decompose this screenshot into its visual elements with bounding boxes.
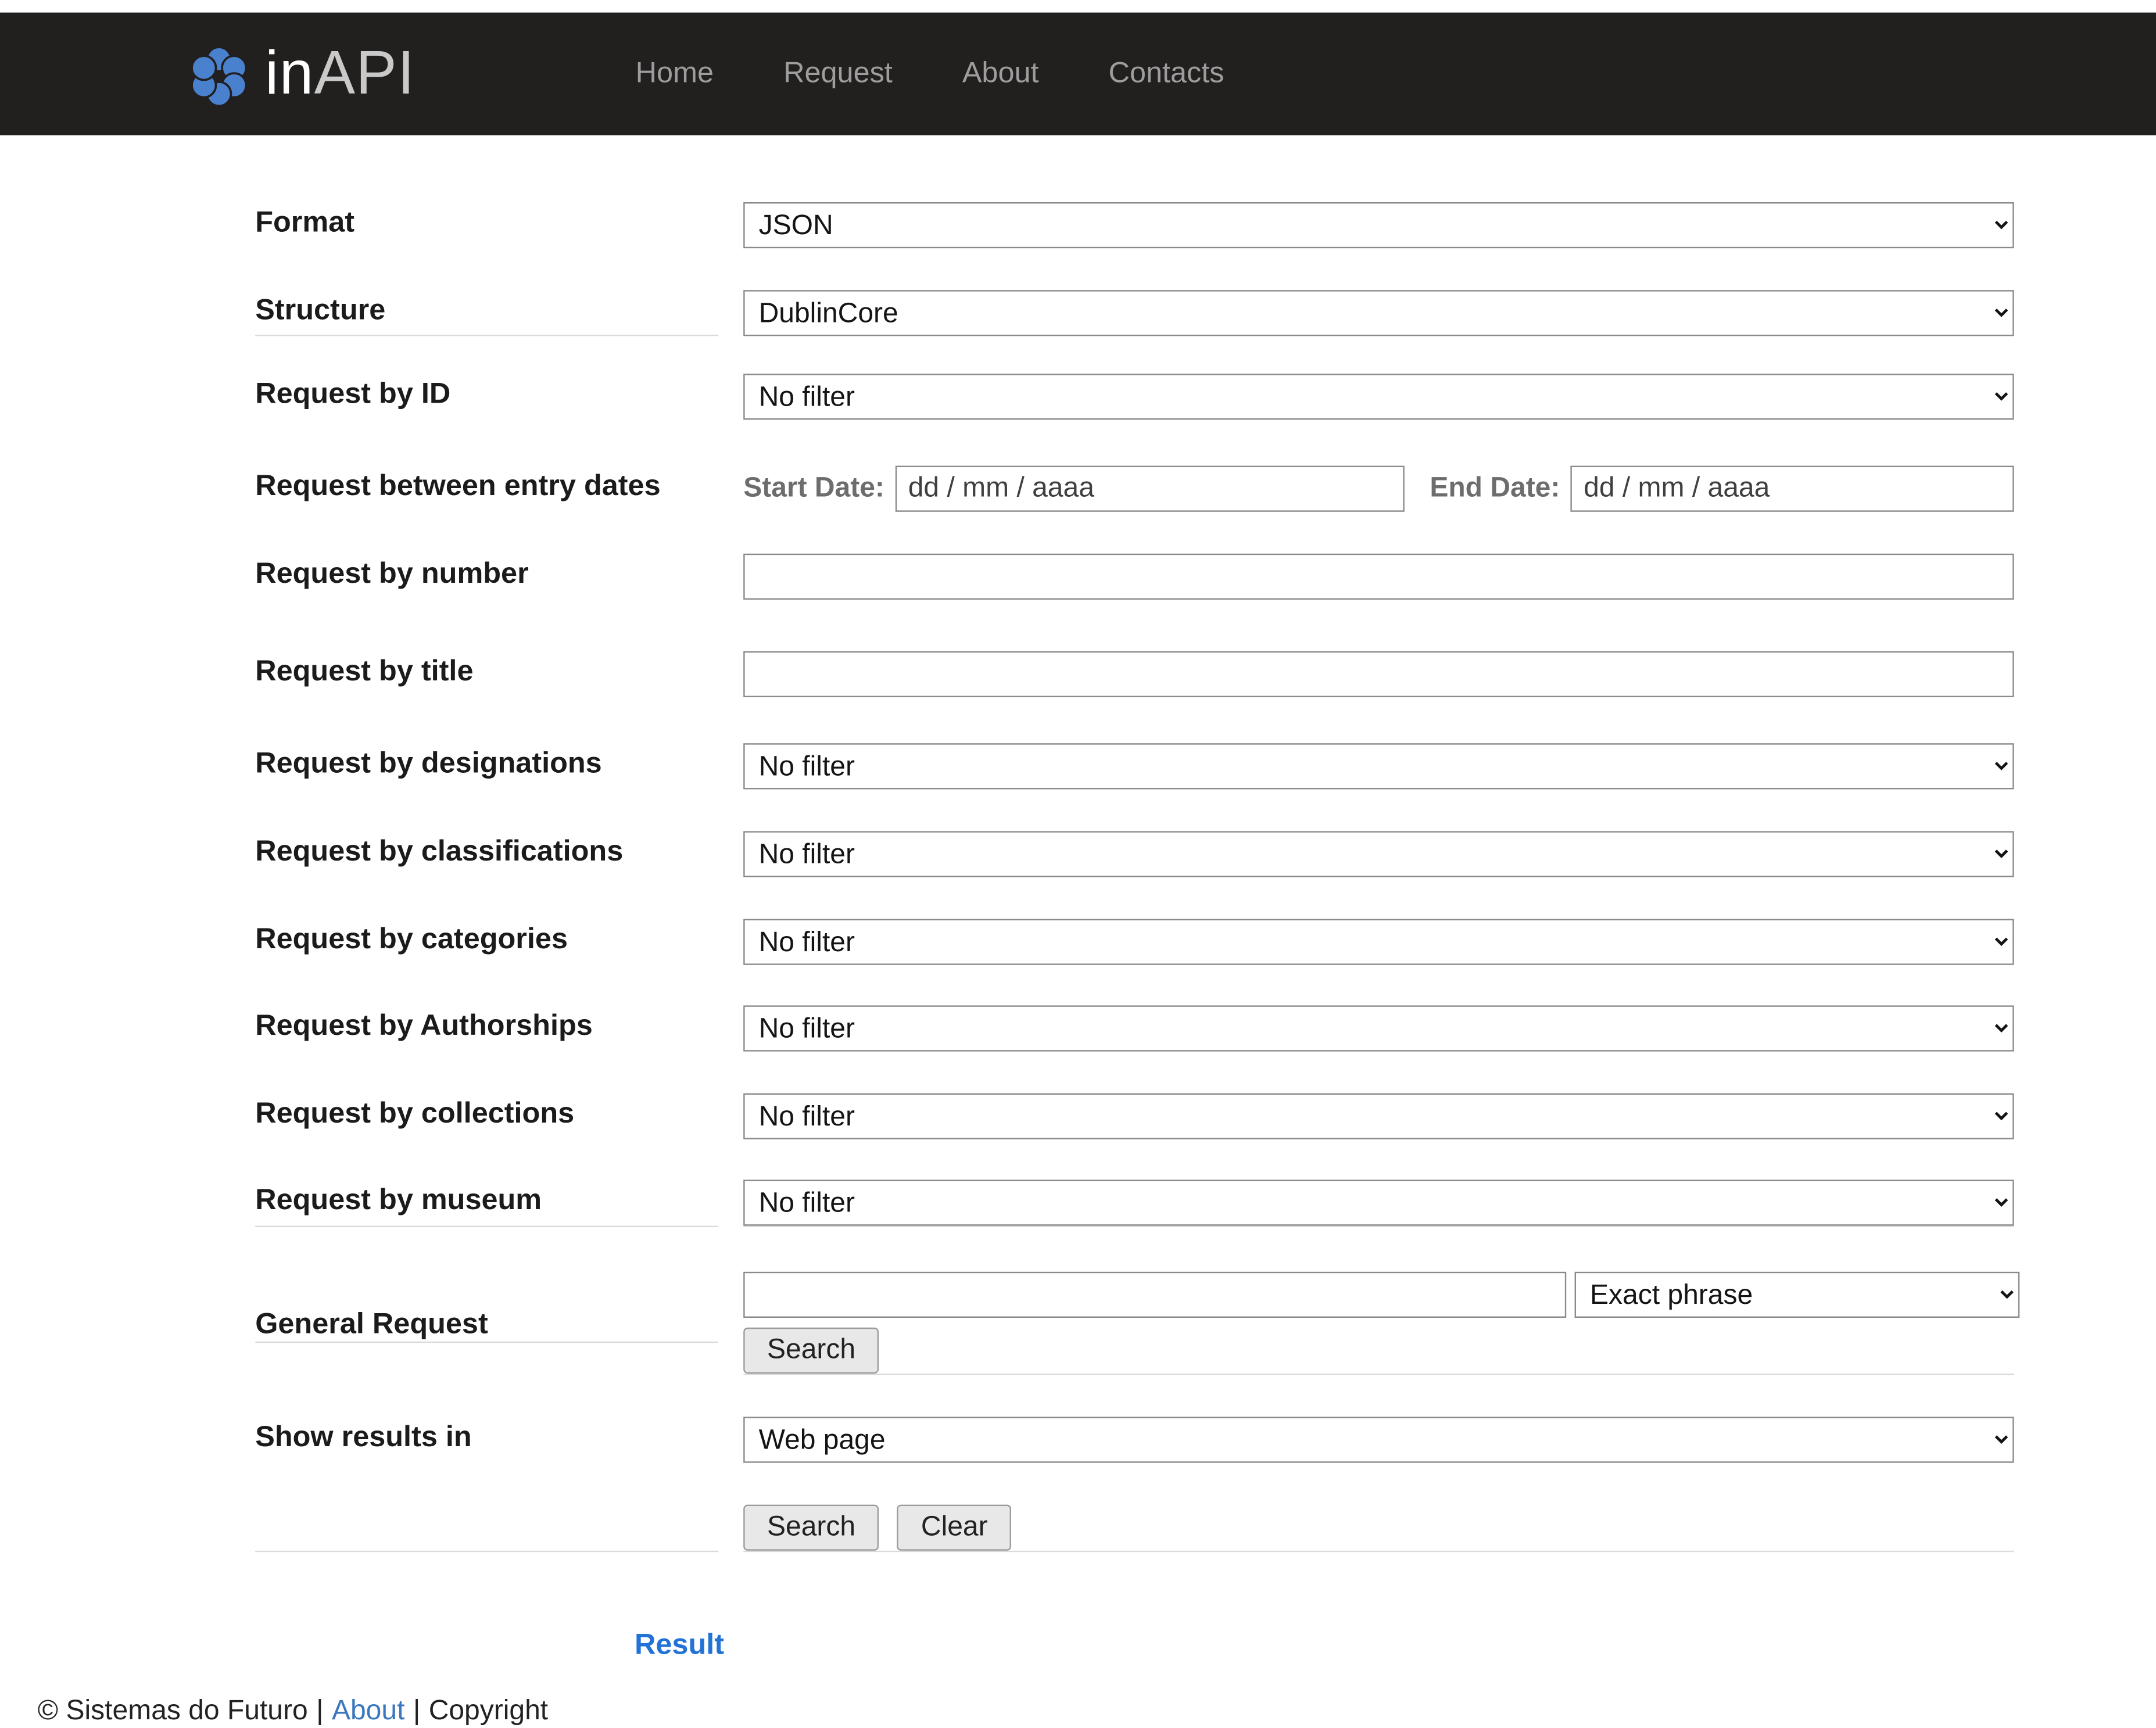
request-by-number-label: Request by number [255,554,529,591]
end-date-input[interactable] [1571,466,2014,512]
flower-icon [187,42,251,106]
request-by-designations-label: Request by designations [255,743,602,781]
logo[interactable]: inAPI [187,42,416,106]
search-button[interactable]: Search [743,1505,879,1551]
request-by-authorships-select[interactable]: No filter [743,1005,2014,1051]
request-by-classifications-select[interactable]: No filter [743,831,2014,877]
footer-copyright: © Sistemas do Futuro [38,1695,308,1726]
logo-text-api: API [314,39,416,107]
request-by-designations-select[interactable]: No filter [743,743,2014,789]
start-date-input[interactable] [896,466,1405,512]
footer: © Sistemas do Futuro|About|Copyright [0,1695,2156,1727]
nav-contacts[interactable]: Contacts [1109,57,1224,91]
request-by-categories-label: Request by categories [255,919,568,957]
nav-about[interactable]: About [962,57,1039,91]
request-by-categories-row: Request by categories No filter [255,919,2156,965]
match-mode-select[interactable]: Exact phrase [1575,1272,2020,1318]
footer-separator-2: | [404,1695,428,1726]
format-label: Format [255,202,354,240]
general-request-row: General Request Exact phrase Search [255,1272,2156,1390]
show-results-row: Show results in Web page Search Clear [255,1417,2156,1573]
main-nav: Home Request About Contacts [636,57,1224,91]
format-select[interactable]: JSON [743,202,2014,248]
request-by-id-select[interactable]: No filter [743,374,2014,420]
request-by-id-label: Request by ID [255,374,450,411]
general-request-label: General Request [255,1304,488,1342]
result-link[interactable]: Result [635,1629,724,1662]
entry-dates-row: Request between entry dates Start Date: … [255,466,2156,512]
structure-select[interactable]: DublinCore [743,290,2014,336]
general-search-button[interactable]: Search [743,1328,879,1374]
nav-request[interactable]: Request [783,57,893,91]
show-results-select[interactable]: Web page [743,1417,2014,1462]
footer-separator-1: | [308,1695,332,1726]
request-by-museum-select[interactable]: No filter [743,1180,2014,1225]
request-by-number-input[interactable] [743,554,2014,600]
request-by-classifications-label: Request by classifications [255,831,623,869]
request-by-title-input[interactable] [743,651,2014,697]
entry-dates-label: Request between entry dates [255,466,660,504]
start-date-label: Start Date: [743,473,884,505]
request-by-classifications-row: Request by classifications No filter [255,831,2156,877]
format-row: Format JSON [255,202,2156,248]
footer-about-link[interactable]: About [332,1695,404,1726]
logo-text: inAPI [265,43,415,105]
clear-button[interactable]: Clear [897,1505,1011,1551]
nav-home[interactable]: Home [636,57,714,91]
request-by-categories-select[interactable]: No filter [743,919,2014,965]
request-by-title-row: Request by title [255,651,2156,697]
request-by-collections-select[interactable]: No filter [743,1094,2014,1139]
general-request-input[interactable] [743,1272,1566,1318]
request-by-number-row: Request by number [255,554,2156,600]
request-by-museum-row: Request by museum No filter [255,1180,2156,1242]
request-by-designations-row: Request by designations No filter [255,743,2156,789]
logo-text-in: in [265,39,314,107]
request-by-title-label: Request by title [255,651,473,689]
structure-label: Structure [255,290,385,328]
request-by-collections-row: Request by collections No filter [255,1094,2156,1139]
request-form: Format JSON Structure DublinCore Request… [0,135,2156,1662]
end-date-label: End Date: [1430,473,1560,505]
footer-rights: Copyright [429,1695,548,1726]
structure-row: Structure DublinCore [255,290,2156,353]
request-by-authorships-label: Request by Authorships [255,1005,593,1043]
request-by-id-row: Request by ID No filter [255,374,2156,420]
request-by-authorships-row: Request by Authorships No filter [255,1005,2156,1051]
request-by-museum-label: Request by museum [255,1180,542,1217]
request-by-collections-label: Request by collections [255,1094,574,1131]
top-strip [0,0,2156,13]
header: inAPI Home Request About Contacts [0,13,2156,135]
show-results-label: Show results in [255,1417,471,1454]
